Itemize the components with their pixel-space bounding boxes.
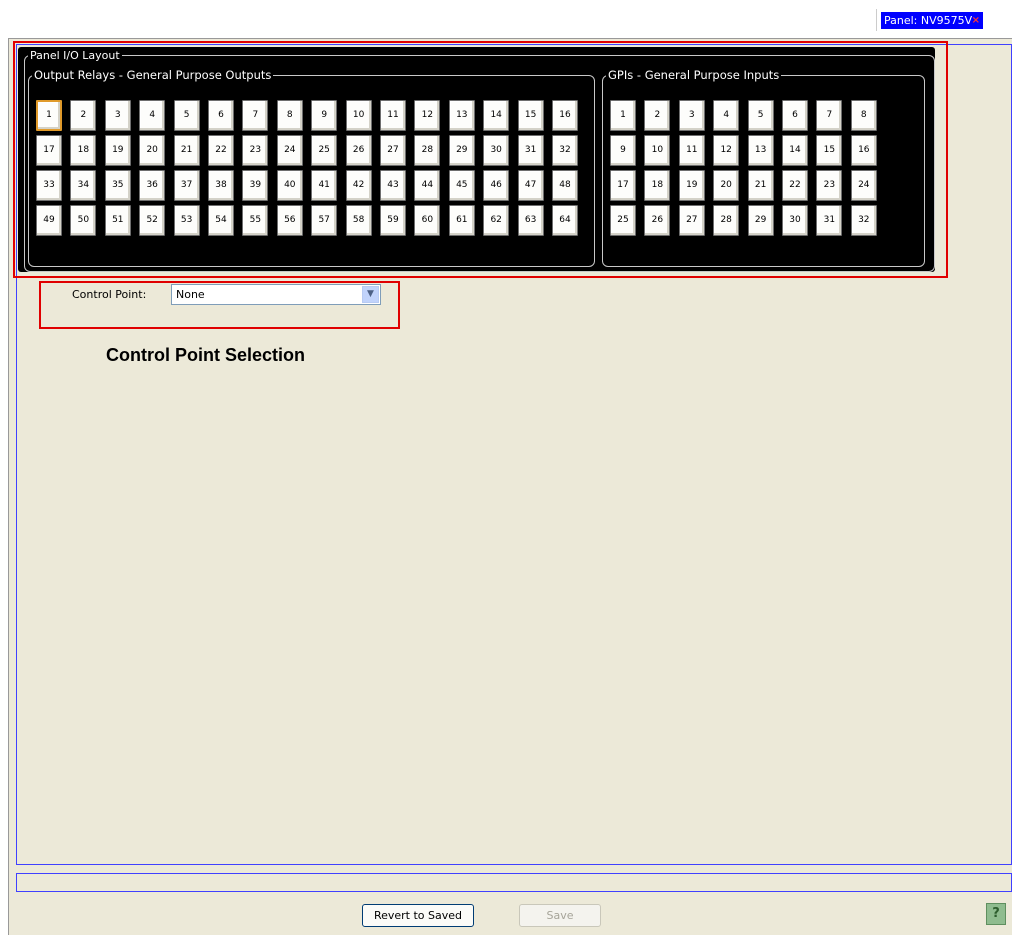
close-icon[interactable]: ×: [972, 12, 980, 29]
panel-tab[interactable]: Panel: NV9575V ×: [876, 9, 987, 31]
panel-tab-label: Panel: NV9575V: [884, 14, 973, 27]
panel-tab-label-box[interactable]: Panel: NV9575V ×: [881, 12, 983, 29]
control-point-label: Control Point:: [72, 288, 147, 301]
save-button[interactable]: Save: [519, 904, 601, 927]
status-bar: [16, 873, 1012, 892]
control-point-caption: Control Point Selection: [106, 345, 306, 365]
chevron-down-icon[interactable]: ▼: [362, 286, 379, 303]
io-layout-highlight: [13, 41, 948, 278]
revert-button[interactable]: Revert to Saved: [362, 904, 474, 927]
control-point-value: None: [176, 288, 205, 301]
control-point-select[interactable]: None ▼: [171, 284, 381, 305]
help-icon[interactable]: ?: [986, 903, 1006, 925]
